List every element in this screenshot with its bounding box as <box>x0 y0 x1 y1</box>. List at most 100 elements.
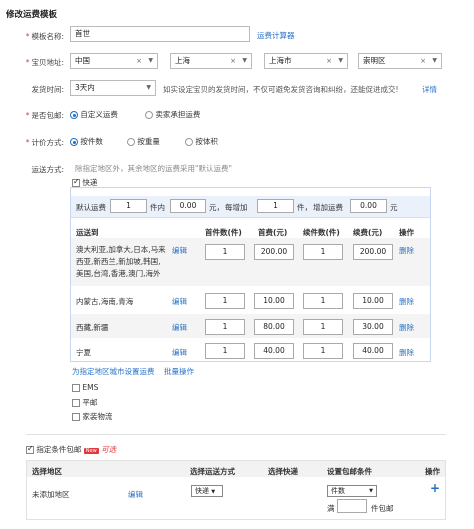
country-select[interactable]: 中国 × ▼ <box>70 53 158 69</box>
template-name-input[interactable]: 首世 <box>70 26 250 42</box>
method-label: 运送方式: <box>31 165 64 174</box>
ship-time-note: 如实设定宝贝的发货时间，不仅可避免发货咨询和纠纷，还能促进成交! <box>163 85 399 94</box>
new-badge: New <box>83 448 99 454</box>
divider <box>26 434 446 435</box>
area-edit-link[interactable]: 编辑 <box>128 489 143 500</box>
row-delete-link[interactable]: 删除 <box>399 296 414 307</box>
radio-custom-freight[interactable]: 自定义运费 <box>70 109 118 120</box>
unit-label: 元 <box>390 203 398 212</box>
radio-icon <box>127 138 135 146</box>
header-select-area: 选择地区 <box>32 467 62 476</box>
row-first-fee-input[interactable]: 10.00 <box>254 293 294 309</box>
default-first-qty-input[interactable]: 1 <box>110 199 147 213</box>
surface-mail-checkbox[interactable]: 平邮 <box>72 397 97 408</box>
row-first-qty-input[interactable]: 1 <box>205 293 245 309</box>
header-first-qty: 首件数(件) <box>205 228 242 237</box>
chevron-down-icon: ▼ <box>242 57 247 64</box>
clear-icon[interactable]: × <box>136 54 142 68</box>
chevron-down-icon: ▼ <box>211 489 216 495</box>
each-add-label: 每增加 <box>225 203 248 212</box>
header-add-qty: 续件数(件) <box>303 228 340 237</box>
add-icon[interactable]: + <box>430 481 440 495</box>
header-actions: 操作 <box>399 228 414 237</box>
checkbox-icon <box>72 399 80 407</box>
condition-type-select[interactable]: 件数 ▼ <box>327 485 377 497</box>
header-first-fee: 首费(元) <box>258 228 288 237</box>
unit-label: 件， <box>297 203 312 212</box>
chevron-down-icon: ▼ <box>369 488 373 494</box>
chevron-down-icon: ▼ <box>146 84 151 91</box>
row-add-qty-input[interactable]: 1 <box>303 343 343 359</box>
default-add-qty-input[interactable]: 1 <box>257 199 294 213</box>
ship-time-label: 发货时间: <box>31 85 64 94</box>
clear-icon[interactable]: × <box>230 54 236 68</box>
chevron-down-icon: ▼ <box>432 57 437 64</box>
pricing-label: * 计价方式: <box>25 138 64 147</box>
district-select[interactable]: 崇明区 × ▼ <box>358 53 442 69</box>
row-edit-link[interactable]: 编辑 <box>172 322 187 333</box>
checkbox-icon <box>72 384 80 392</box>
conditional-free-checkbox[interactable]: 指定条件包邮 New 可选 <box>26 444 116 455</box>
full-prefix: 满 <box>327 504 335 513</box>
checkbox-icon <box>72 177 80 187</box>
default-add-fee-input[interactable]: 0.00 <box>350 199 387 213</box>
template-name-label: * 模板名称: <box>25 32 64 41</box>
add-fee-label: 增加运费 <box>313 203 343 212</box>
checkbox-icon <box>72 413 80 421</box>
row-first-qty-input[interactable]: 1 <box>205 244 245 260</box>
default-first-fee-input[interactable]: 0.00 <box>170 199 206 213</box>
checkbox-icon <box>26 444 34 454</box>
default-freight-label: 默认运费 <box>76 203 106 212</box>
home-logistics-checkbox[interactable]: 家装物流 <box>72 411 112 422</box>
set-area-freight-link[interactable]: 为指定地区城市设置运费 <box>72 366 155 377</box>
row-area: 西藏,新疆 <box>76 323 109 332</box>
city-select[interactable]: 上海市 × ▼ <box>264 53 348 69</box>
clear-icon[interactable]: × <box>326 54 332 68</box>
row-delete-link[interactable]: 删除 <box>399 245 414 256</box>
batch-operation-link[interactable]: 批量操作 <box>164 366 194 377</box>
method-select[interactable]: 快递 ▼ <box>191 485 223 497</box>
row-edit-link[interactable]: 编辑 <box>172 296 187 307</box>
radio-icon <box>70 138 78 146</box>
row-delete-link[interactable]: 删除 <box>399 322 414 333</box>
radio-seller-pays[interactable]: 卖家承担运费 <box>145 109 200 120</box>
row-add-qty-input[interactable]: 1 <box>303 319 343 335</box>
row-add-qty-input[interactable]: 1 <box>303 293 343 309</box>
header-destination: 运送到 <box>76 228 99 237</box>
clear-icon[interactable]: × <box>420 54 426 68</box>
row-delete-link[interactable]: 删除 <box>399 347 414 358</box>
freight-calculator-link[interactable]: 运费计算器 <box>257 30 295 41</box>
optional-label: 可选 <box>101 445 117 454</box>
row-first-qty-input[interactable]: 1 <box>205 343 245 359</box>
unit-label: 元， <box>209 203 224 212</box>
province-select[interactable]: 上海 × ▼ <box>170 53 252 69</box>
row-area: 澳大利亚,加拿大,日本,马来西亚,新西兰,新加坡,韩国,美国,台湾,香港,澳门,… <box>76 245 166 278</box>
ship-time-select[interactable]: 3天内 ▼ <box>70 80 156 96</box>
row-first-fee-input[interactable]: 200.00 <box>254 244 294 260</box>
radio-icon <box>70 111 78 119</box>
ship-time-details-link[interactable]: 详情 <box>422 84 437 95</box>
radio-by-volume[interactable]: 按体积 <box>185 136 218 147</box>
radio-by-count[interactable]: 按件数 <box>70 136 103 147</box>
header-select-method: 选择运送方式 <box>190 467 235 476</box>
row-first-fee-input[interactable]: 40.00 <box>254 343 294 359</box>
radio-by-weight[interactable]: 按重量 <box>127 136 160 147</box>
ems-checkbox[interactable]: EMS <box>72 383 98 392</box>
row-area: 内蒙古,海南,青海 <box>76 297 134 306</box>
row-add-fee-input[interactable]: 200.00 <box>353 244 393 260</box>
full-qty-input[interactable] <box>337 499 367 513</box>
row-add-fee-input[interactable]: 40.00 <box>353 343 393 359</box>
row-edit-link[interactable]: 编辑 <box>172 347 187 358</box>
radio-icon <box>145 111 153 119</box>
page-title: 修改运费模板 <box>6 10 58 20</box>
row-edit-link[interactable]: 编辑 <box>172 245 187 256</box>
row-add-qty-input[interactable]: 1 <box>303 244 343 260</box>
header-set-condition: 设置包邮条件 <box>327 467 372 476</box>
row-add-fee-input[interactable]: 10.00 <box>353 293 393 309</box>
row-first-qty-input[interactable]: 1 <box>205 319 245 335</box>
full-suffix: 件包邮 <box>371 504 394 513</box>
row-area: 宁夏 <box>76 348 91 357</box>
free-ship-label: * 是否包邮: <box>25 111 64 120</box>
row-add-fee-input[interactable]: 30.00 <box>353 319 393 335</box>
row-first-fee-input[interactable]: 80.00 <box>254 319 294 335</box>
